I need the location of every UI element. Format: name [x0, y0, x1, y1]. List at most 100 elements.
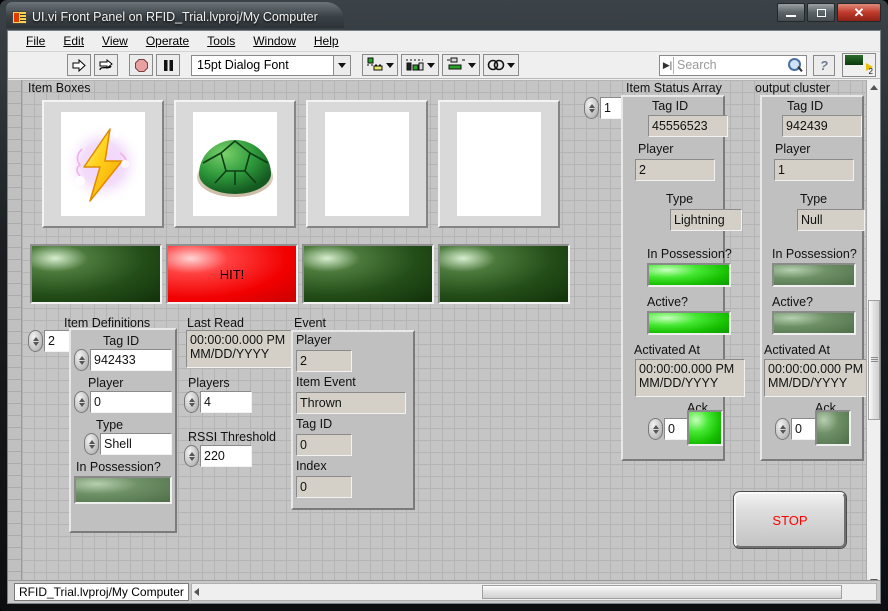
title-bar: UI.vi Front Panel on RFID_Trial.lvproj/M… — [0, 0, 888, 30]
scroll-up-button[interactable] — [867, 80, 880, 94]
isa-active-label: Active? — [647, 295, 688, 309]
spinner-down-icon — [779, 429, 786, 434]
item-definitions-tag-id-spinner[interactable] — [74, 349, 89, 371]
item-box-4[interactable] — [438, 100, 560, 228]
event-tag-id-value: 0 — [296, 434, 352, 456]
hit-indicator-2[interactable]: HIT! — [166, 244, 298, 304]
distribute-objects-icon — [406, 59, 424, 71]
context-help-button[interactable]: ? — [813, 54, 835, 76]
players-spinner[interactable] — [184, 391, 199, 413]
menu-window-label: Window — [253, 34, 296, 48]
panel-horizontal-scrollbar[interactable] — [190, 583, 877, 601]
menu-view[interactable]: View — [94, 32, 136, 50]
players-value[interactable]: 4 — [200, 391, 252, 413]
isa-tag-id-value: 45556523 — [648, 115, 728, 137]
oc-ack-spinner[interactable] — [775, 418, 790, 440]
connector-pane[interactable]: 2 — [842, 53, 876, 77]
event-index-label: Index — [296, 459, 327, 473]
chevron-down-icon — [338, 62, 346, 68]
item-status-array-index-spinner[interactable] — [584, 97, 599, 119]
search-input[interactable]: ▶| Search — [659, 54, 807, 76]
menu-edit[interactable]: Edit — [55, 32, 92, 50]
hit-indicator-1[interactable] — [30, 244, 162, 304]
window-title-tab[interactable]: UI.vi Front Panel on RFID_Trial.lvproj/M… — [6, 2, 344, 28]
item-definitions-type-label: Type — [96, 418, 124, 432]
item-definitions-type-value[interactable]: Shell — [100, 433, 172, 455]
menu-file[interactable]: File — [18, 32, 53, 50]
oc-ack-led — [815, 410, 851, 446]
item-definitions-tag-id-value[interactable]: 942433 — [90, 349, 172, 371]
connector-pane-icon — [845, 55, 863, 65]
event-item-event-value: Thrown — [296, 392, 406, 414]
close-button[interactable]: ✕ — [837, 3, 881, 22]
isa-in-possession-label: In Possession? — [647, 247, 732, 261]
front-panel: Item Boxes HIT! Item Definitions 2 Tag I… — [8, 80, 880, 603]
run-continuously-button[interactable] — [94, 54, 118, 76]
led-lamp — [649, 313, 729, 333]
item-box-2[interactable] — [174, 100, 296, 228]
hscrollbar-thumb[interactable] — [481, 585, 842, 599]
oc-player-value: 1 — [774, 159, 854, 181]
font-selector[interactable]: 15pt Dialog Font — [191, 54, 351, 76]
chevron-left-icon[interactable] — [193, 588, 199, 596]
font-dropdown-arrow[interactable] — [333, 55, 350, 75]
align-objects-button[interactable] — [362, 54, 398, 76]
rssi-threshold-spinner[interactable] — [184, 445, 199, 467]
run-button[interactable] — [67, 54, 91, 76]
spinner-down-icon — [78, 402, 85, 407]
item-definitions-in-possession-label: In Possession? — [76, 460, 161, 474]
distribute-objects-button[interactable] — [401, 54, 439, 76]
reorder-objects-button[interactable] — [483, 54, 519, 76]
item-definitions-player-value[interactable]: 0 — [90, 391, 172, 413]
rssi-threshold-label: RSSI Threshold — [188, 430, 277, 444]
spinner-up-icon — [78, 397, 85, 402]
item-definitions-type-spinner[interactable] — [84, 433, 99, 455]
item-status-array-label: Item Status Array — [626, 81, 722, 95]
menu-tools[interactable]: Tools — [199, 32, 243, 50]
chevron-down-icon — [507, 62, 515, 68]
panel-vertical-scrollbar[interactable] — [866, 80, 880, 588]
rssi-threshold-value[interactable]: 220 — [200, 445, 252, 467]
hit-indicator-3[interactable] — [302, 244, 434, 304]
menu-help[interactable]: Help — [306, 32, 347, 50]
oc-activated-at-value: 00:00:00.000 PM MM/DD/YYYY — [764, 359, 866, 397]
stop-button[interactable]: STOP — [734, 492, 846, 548]
maximize-button[interactable] — [807, 3, 835, 22]
players-label: Players — [188, 376, 230, 390]
last-read-timestamp-date: MM/DD/YYYY — [190, 347, 270, 362]
item-definitions-index-spinner[interactable] — [28, 330, 43, 352]
menu-window[interactable]: Window — [245, 32, 304, 50]
menu-help-label: Help — [313, 34, 339, 48]
pause-button[interactable] — [156, 54, 180, 76]
menu-operate[interactable]: Operate — [138, 32, 197, 50]
magnifier-icon — [788, 57, 801, 71]
oc-activated-time: 00:00:00.000 PM — [768, 362, 864, 376]
item-box-3[interactable] — [306, 100, 428, 228]
tool-bar: 15pt Dialog Font ▶| Search ? 2 — [8, 52, 880, 79]
status-bar: RFID_Trial.lvproj/My Computer — [8, 580, 880, 603]
item-box-1[interactable] — [42, 100, 164, 228]
scrollbar-thumb[interactable] — [868, 300, 880, 420]
last-read-timestamp-time: 00:00:00.000 PM — [190, 333, 286, 347]
chevron-up-icon — [869, 84, 878, 90]
resize-objects-button[interactable] — [442, 54, 480, 76]
isa-ack-spinner[interactable] — [648, 418, 663, 440]
reorder-objects-icon — [487, 59, 505, 71]
abort-execution-icon — [134, 58, 148, 72]
menu-bar: File Edit View Operate Tools Window Help — [8, 31, 880, 52]
item-definitions-in-possession-led[interactable] — [74, 476, 172, 504]
hit-indicator-4[interactable] — [438, 244, 570, 304]
event-index-value: 0 — [296, 476, 352, 498]
abort-execution-button[interactable] — [129, 54, 153, 76]
labview-vi-icon — [12, 10, 27, 24]
panel-canvas[interactable]: Item Boxes HIT! Item Definitions 2 Tag I… — [22, 80, 866, 588]
pause-icon — [163, 59, 173, 71]
minimize-button[interactable] — [777, 3, 805, 22]
resize-objects-icon — [447, 57, 465, 70]
isa-activated-at-value: 00:00:00.000 PM MM/DD/YYYY — [635, 359, 745, 397]
spinner-down-icon — [188, 456, 195, 461]
item-definitions-player-spinner[interactable] — [74, 391, 89, 413]
led-lamp — [774, 313, 854, 333]
status-target[interactable]: RFID_Trial.lvproj/My Computer — [14, 583, 189, 601]
menu-view-label: View — [102, 34, 128, 48]
